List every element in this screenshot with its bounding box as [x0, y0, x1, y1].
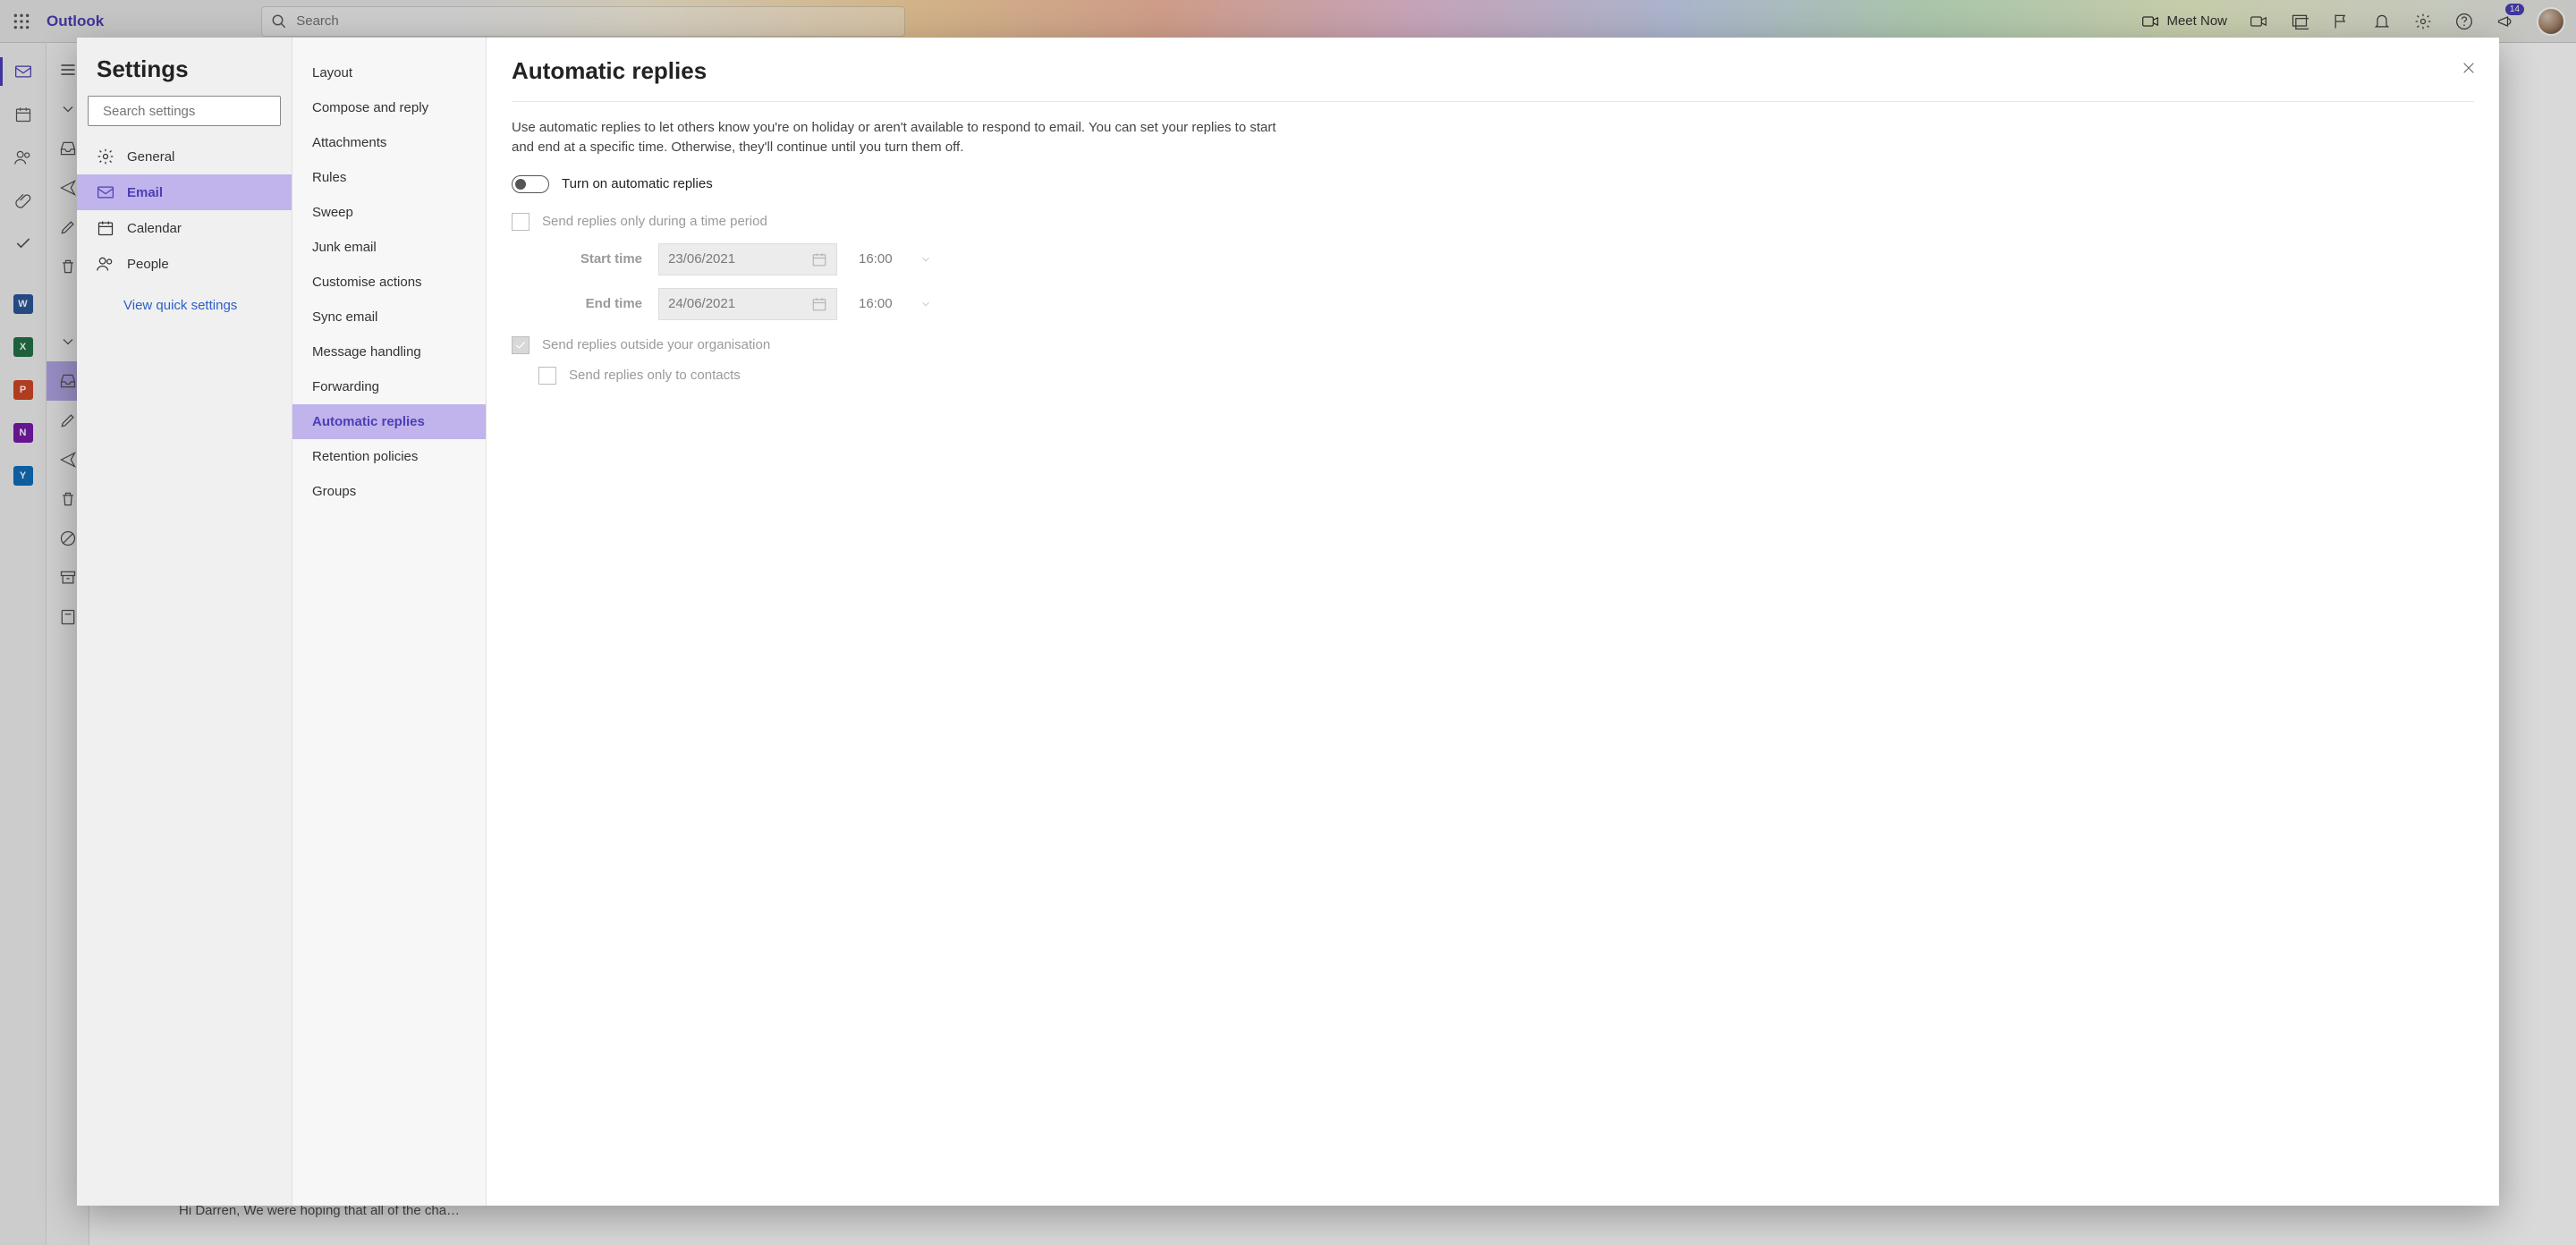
auto-replies-toggle[interactable]	[512, 175, 549, 193]
category-label: People	[127, 257, 169, 272]
category-label: Email	[127, 185, 163, 200]
page-title: Automatic replies	[512, 57, 2474, 85]
settings-option-groups[interactable]: Groups	[292, 474, 486, 509]
settings-option-message-handling[interactable]: Message handling	[292, 335, 486, 369]
settings-option-sweep[interactable]: Sweep	[292, 195, 486, 230]
settings-option-automatic-replies[interactable]: Automatic replies	[292, 404, 486, 439]
mail-icon	[97, 183, 114, 201]
calendar-icon	[811, 296, 827, 312]
end-date-value: 24/06/2021	[668, 296, 735, 311]
end-time-label: End time	[538, 296, 646, 311]
chevron-down-icon	[919, 253, 932, 266]
start-time-label: Start time	[538, 251, 646, 267]
settings-option-forwarding[interactable]: Forwarding	[292, 369, 486, 404]
toggle-label: Turn on automatic replies	[562, 176, 713, 191]
end-time-value: 16:00	[859, 296, 893, 311]
settings-option-junk-email[interactable]: Junk email	[292, 230, 486, 265]
settings-subcategory-panel: LayoutCompose and replyAttachmentsRulesS…	[292, 38, 487, 1206]
settings-option-sync-email[interactable]: Sync email	[292, 300, 486, 335]
settings-modal: Settings General Email Calendar People View…	[77, 38, 2499, 1206]
gear-icon	[97, 148, 114, 165]
settings-content-panel: Automatic replies Use automatic replies …	[487, 38, 2499, 1206]
category-label: General	[127, 149, 174, 165]
people-icon	[97, 255, 114, 273]
settings-option-layout[interactable]: Layout	[292, 55, 486, 90]
settings-title: Settings	[77, 38, 292, 96]
chevron-down-icon	[919, 298, 932, 310]
outside-org-checkbox[interactable]	[512, 336, 530, 354]
end-time-select[interactable]: 16:00	[850, 288, 957, 320]
divider	[512, 101, 2474, 102]
contacts-only-checkbox[interactable]	[538, 367, 556, 385]
start-time-value: 16:00	[859, 251, 893, 267]
contacts-only-label: Send replies only to contacts	[569, 368, 741, 383]
calendar-icon	[97, 219, 114, 237]
settings-category-general[interactable]: General	[77, 139, 292, 174]
category-label: Calendar	[127, 221, 182, 236]
view-quick-settings-link[interactable]: View quick settings	[77, 282, 292, 313]
close-icon	[2462, 61, 2476, 75]
settings-option-rules[interactable]: Rules	[292, 160, 486, 195]
time-period-label: Send replies only during a time period	[542, 214, 767, 229]
settings-option-customise-actions[interactable]: Customise actions	[292, 265, 486, 300]
time-period-checkbox[interactable]	[512, 213, 530, 231]
settings-search-box[interactable]	[88, 96, 281, 126]
check-icon	[514, 339, 527, 351]
settings-category-email[interactable]: Email	[77, 174, 292, 210]
settings-category-people[interactable]: People	[77, 246, 292, 282]
start-time-select[interactable]: 16:00	[850, 243, 957, 275]
settings-category-panel: Settings General Email Calendar People View…	[77, 38, 292, 1206]
start-date-input[interactable]: 23/06/2021	[658, 243, 837, 275]
settings-option-retention-policies[interactable]: Retention policies	[292, 439, 486, 474]
calendar-icon	[811, 251, 827, 267]
settings-option-compose-and-reply[interactable]: Compose and reply	[292, 90, 486, 125]
settings-search-input[interactable]	[103, 104, 281, 119]
end-date-input[interactable]: 24/06/2021	[658, 288, 837, 320]
description-text: Use automatic replies to let others know…	[512, 118, 1299, 157]
close-button[interactable]	[2456, 55, 2481, 80]
settings-option-attachments[interactable]: Attachments	[292, 125, 486, 160]
start-date-value: 23/06/2021	[668, 251, 735, 267]
settings-category-calendar[interactable]: Calendar	[77, 210, 292, 246]
outside-org-label: Send replies outside your organisation	[542, 337, 770, 352]
